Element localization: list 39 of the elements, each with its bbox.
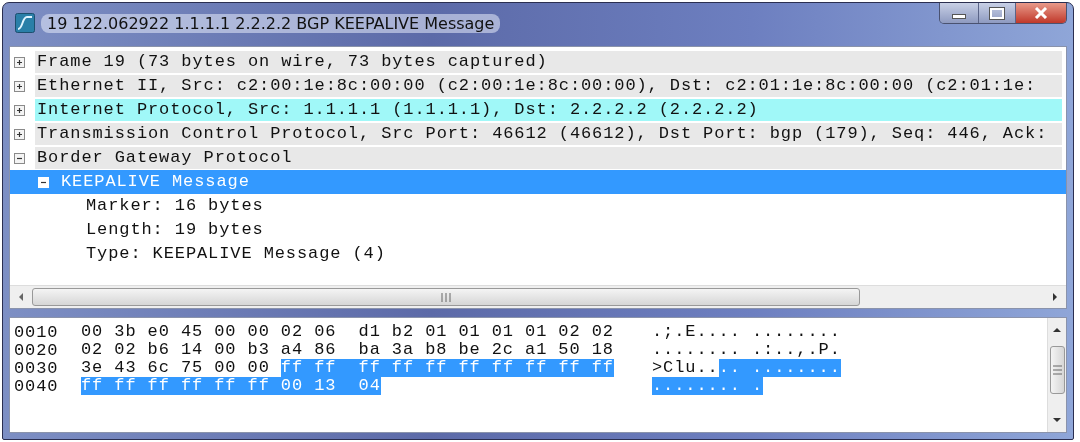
grip-icon [441,292,451,302]
ascii-text: .;.E.... ........ [652,323,841,341]
tree-item[interactable]: Frame 19 (73 bytes on wire, 73 bytes captured) [35,51,1062,73]
horizontal-scrollbar[interactable] [10,285,1066,308]
close-icon [1034,7,1048,19]
tree-item[interactable]: Marker: 16 bytes [84,195,1062,217]
close-button[interactable] [1015,3,1066,23]
collapse-icon[interactable] [14,152,25,164]
app-icon [15,13,35,33]
scrollbar-thumb[interactable] [32,288,860,306]
tree-item[interactable]: Type: KEEPALIVE Message (4) [84,243,1062,265]
ascii-text: .. ........ [718,359,841,377]
expand-icon[interactable] [14,80,25,92]
grip-icon [1052,365,1062,375]
tree-item[interactable]: Ethernet II, Src: c2:00:1e:8c:00:00 (c2:00:1e:8c:00:00), Dst: c2:01:1e:8c:00:00 (c2:01:1e: [35,75,1062,97]
tree-item[interactable]: Transmission Control Protocol, Src Port: 46612 (46612), Dst Port: bgp (179), Seq: 446, Ack: [35,123,1062,145]
vertical-scrollbar[interactable] [1047,318,1066,432]
tree-item[interactable]: Length: 19 bytes [84,219,1062,241]
hex-bytes: ff ff ff ff ff ff 00 13 04 [81,377,381,395]
byte-offset: 0030 [14,358,60,378]
minimize-button[interactable] [940,3,978,23]
ascii-text: ........ .:..,.P. [652,341,841,359]
hex-bytes: 02 02 b6 14 00 b3 a4 86 ba 3a b8 be 2c a1 50 18 [81,341,614,359]
byte-offset: 0010 [14,322,60,342]
ascii-text: ........ . [652,377,764,395]
window-title: 19 122.062922 1.1.1.1 2.2.2.2 BGP KEEPALIVE Message [41,13,501,33]
ascii-text: >Clu.. [652,359,719,377]
tree-item[interactable]: Internet Protocol, Src: 1.1.1.1 (1.1.1.1), Dst: 2.2.2.2 (2.2.2.2) [35,99,1062,121]
scrollbar-thumb[interactable] [1049,346,1065,394]
expand-icon[interactable] [14,128,25,140]
maximize-button[interactable] [978,3,1015,23]
expand-icon[interactable] [14,56,25,68]
hex-bytes: ff ff ff ff ff ff ff ff ff ff [280,359,614,377]
byte-offset: 0040 [14,376,60,396]
expand-icon[interactable] [14,104,25,116]
byte-offset: 0020 [14,340,60,360]
hex-bytes: 00 3b e0 45 00 00 02 06 d1 b2 01 01 01 01 02 02 [81,323,614,341]
tree-item[interactable]: Border Gateway Protocol [35,147,1062,169]
hex-bytes: 3e 43 6c 75 00 00 [81,359,271,377]
